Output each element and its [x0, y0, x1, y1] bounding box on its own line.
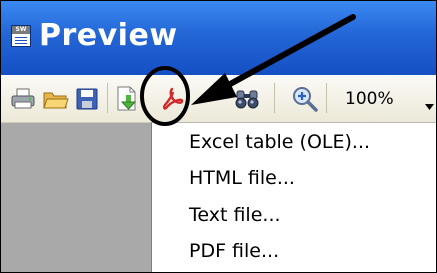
- menu-item-pdf-file[interactable]: PDF file...: [189, 238, 279, 264]
- zoom-in-button[interactable]: [287, 81, 323, 117]
- zoom-level-value[interactable]: 100%: [345, 85, 394, 113]
- find-button[interactable]: [229, 81, 265, 117]
- menu-item-excel-table[interactable]: Excel table (OLE)...: [189, 129, 370, 155]
- print-icon: [10, 87, 36, 111]
- save-button[interactable]: [69, 81, 105, 117]
- save-disk-icon: [75, 87, 99, 111]
- title-bar: SW Preview: [1, 1, 436, 75]
- toolbar-separator: [326, 83, 327, 113]
- export-button[interactable]: [109, 81, 145, 117]
- zoom-in-icon: [291, 85, 319, 113]
- toolbar-separator: [107, 83, 108, 113]
- app-icon-line: [15, 40, 27, 41]
- menu-item-text-file[interactable]: Text file...: [189, 202, 281, 228]
- export-menu: Excel table (OLE)... HTML file... Text f…: [151, 122, 436, 272]
- app-icon-line: [15, 43, 27, 44]
- export-icon: [113, 85, 141, 113]
- open-folder-icon: [42, 87, 70, 111]
- app-icon-label: SW: [15, 26, 27, 33]
- toolbar-separator: [274, 83, 275, 113]
- preview-window: SW Preview 100% Excel table (OLE)... HTM…: [0, 0, 437, 273]
- chevron-down-icon[interactable]: [425, 96, 434, 110]
- menu-item-html-file[interactable]: HTML file...: [189, 165, 295, 191]
- pdf-button[interactable]: [155, 81, 191, 117]
- binoculars-find-icon: [234, 87, 260, 111]
- pdf-icon: [160, 86, 186, 112]
- preview-page-area: [1, 123, 152, 272]
- preview-app-icon[interactable]: SW: [11, 25, 31, 47]
- print-button[interactable]: [5, 81, 41, 117]
- window-title: Preview: [39, 18, 178, 53]
- app-icon-line: [15, 37, 27, 38]
